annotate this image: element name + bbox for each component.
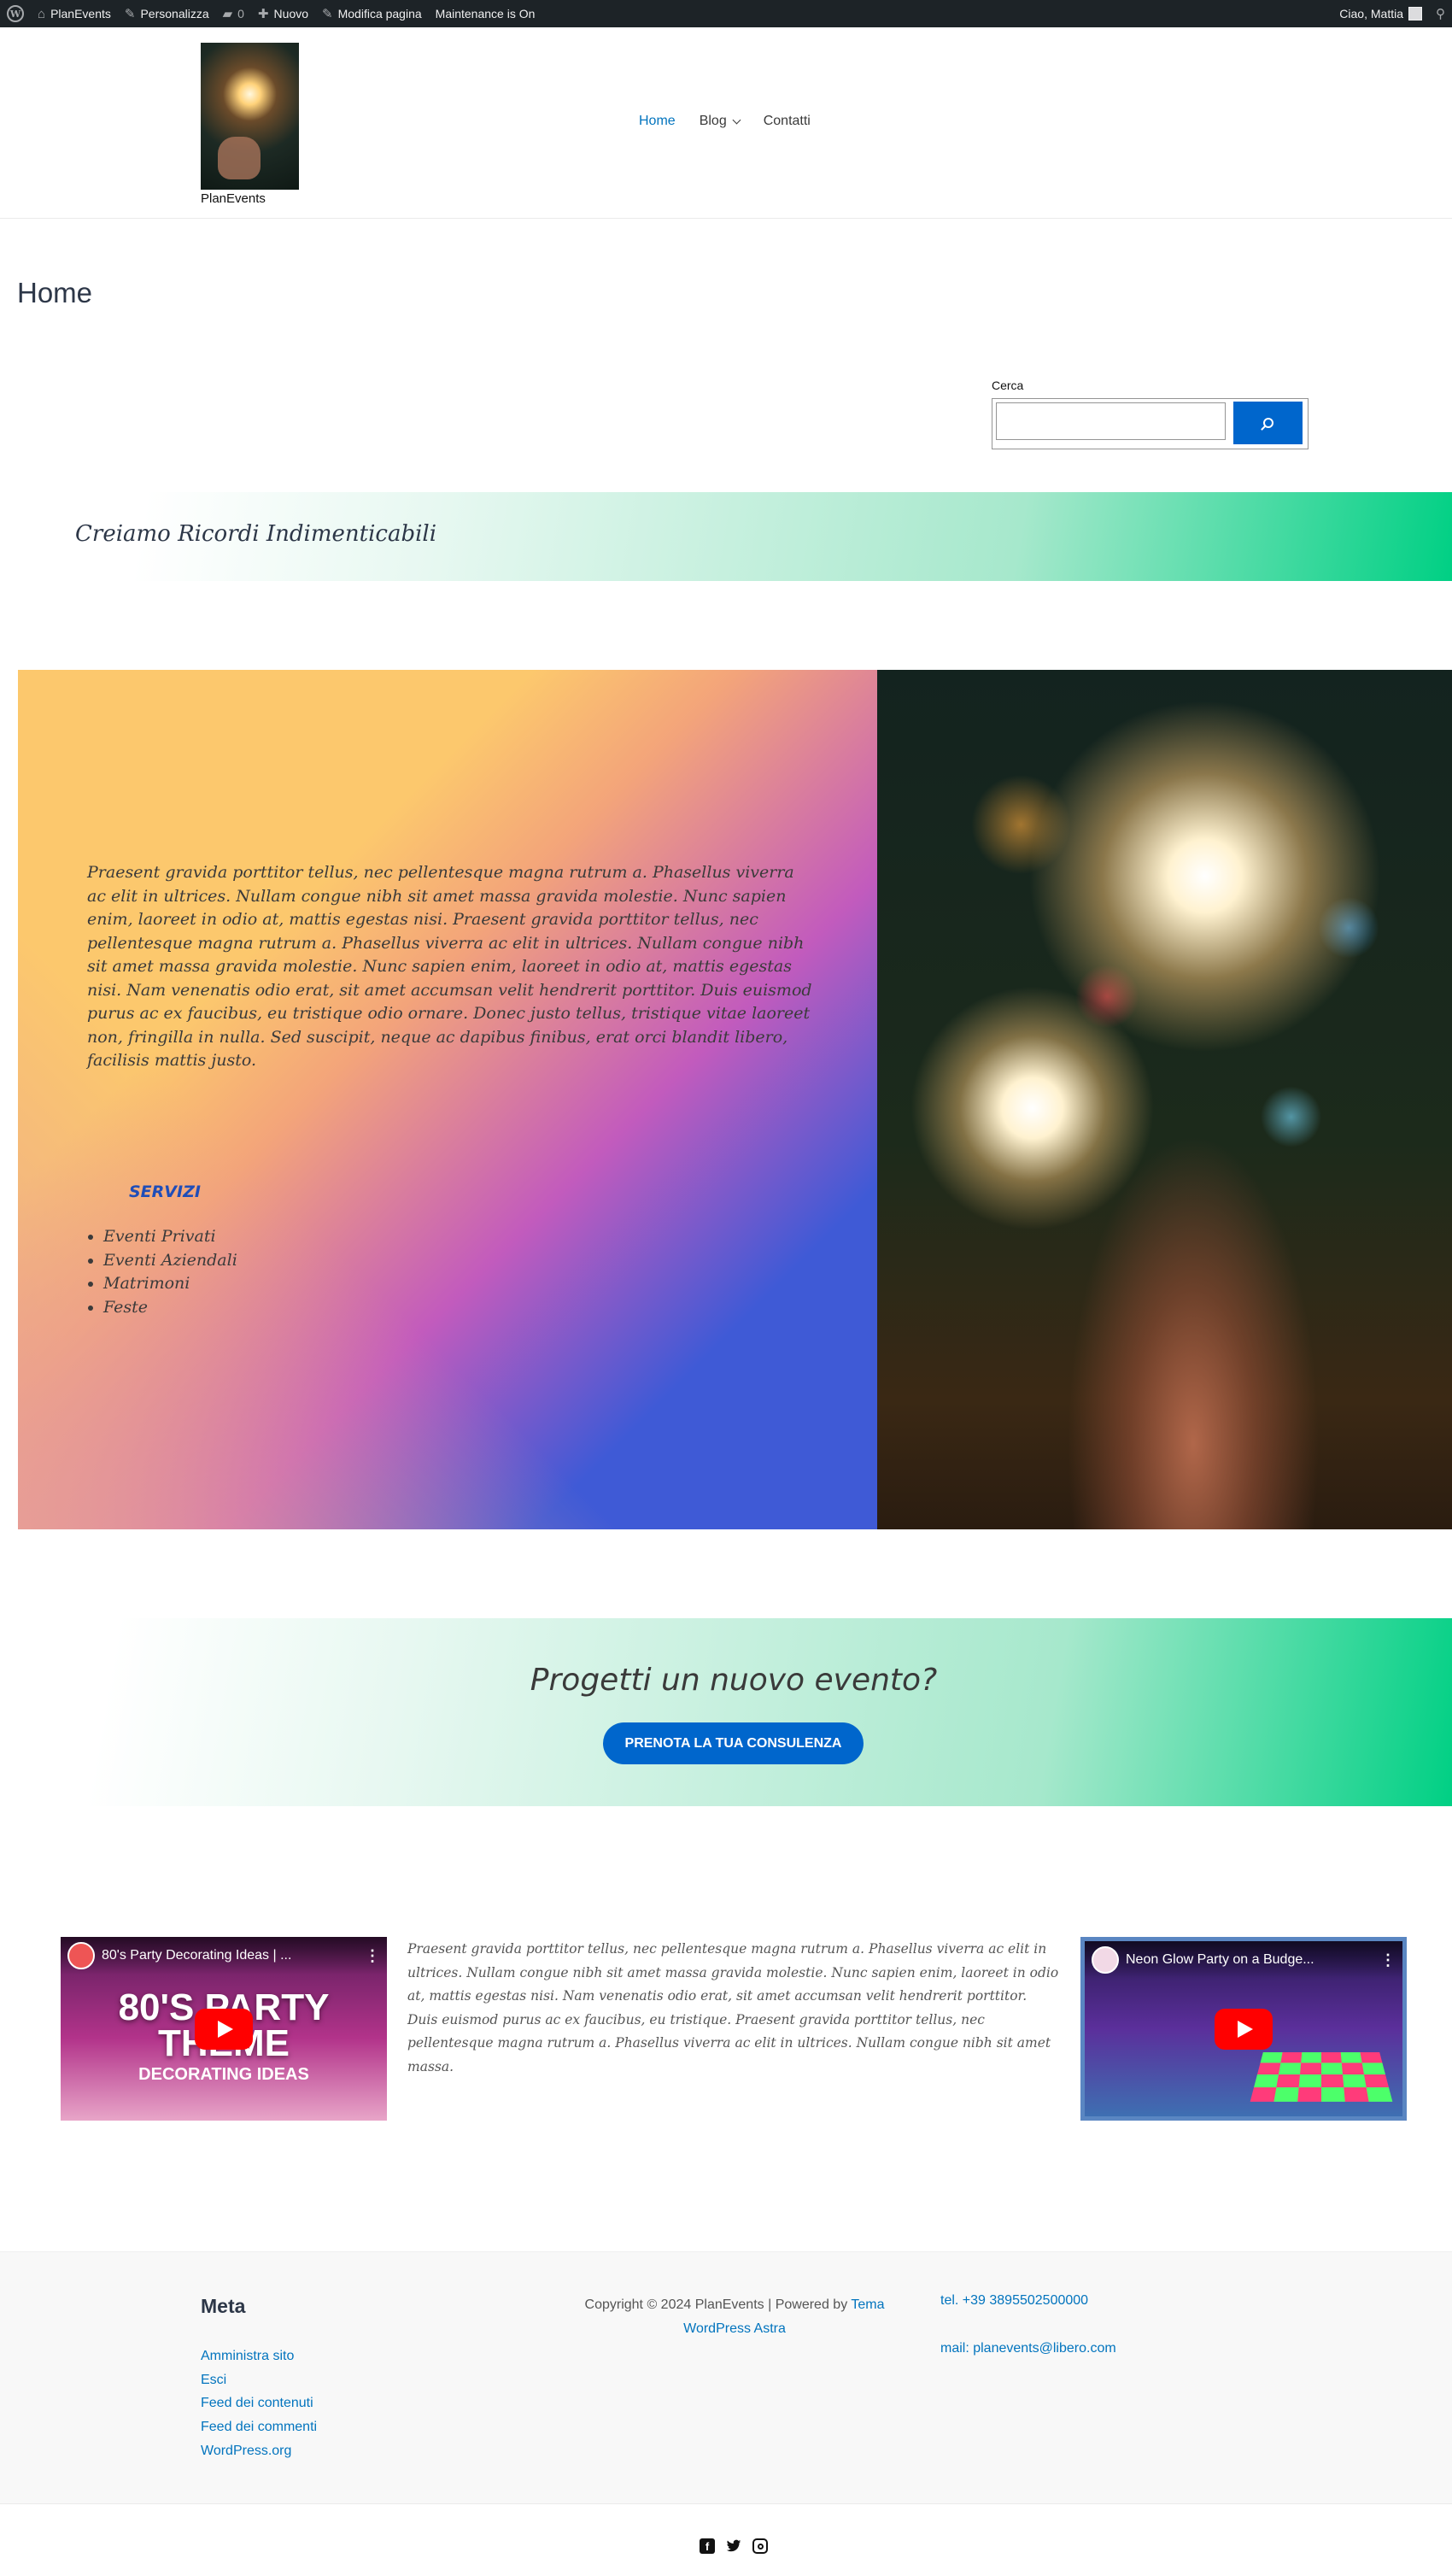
youtube-embed-neon-party[interactable]: Neon Glow Party on a Budge... ⋮ [1080, 1937, 1407, 2121]
site-title[interactable]: PlanEvents [201, 191, 266, 206]
twitter-icon[interactable] [726, 2538, 741, 2554]
services-list: Eventi Privati Eventi Aziendali Matrimon… [103, 1225, 237, 1319]
video-thumbnail-subtitle: DECORATING IDEAS [138, 2065, 309, 2084]
youtube-embed-80s-party[interactable]: 80'S PARTYTHEME DECORATING IDEAS 80's Pa… [61, 1937, 387, 2121]
wordpress-icon: W [7, 5, 24, 22]
book-consultation-button[interactable]: PRENOTA LA TUA CONSULENZA [603, 1722, 864, 1764]
sparkler-photo [877, 670, 1452, 1529]
main-navigation: Home Blog Contatti [639, 114, 811, 129]
pencil-icon: ✎ [322, 7, 333, 21]
social-icons: f [700, 2538, 768, 2554]
video-header: 80's Party Decorating Ideas | ... ⋮ [61, 1937, 387, 1975]
meta-widget-title: Meta [201, 2295, 246, 2317]
customize-button[interactable]: ✎ Personalizza [118, 0, 216, 27]
meta-link-admin[interactable]: Amministra sito [201, 2344, 317, 2368]
meta-link-logout[interactable]: Esci [201, 2368, 317, 2392]
comment-icon: ▰ [222, 7, 233, 21]
wordpress-logo-button[interactable]: W [0, 0, 31, 27]
services-heading: SERVIZI [129, 1182, 201, 1201]
intro-cover: Praesent gravida porttitor tellus, nec p… [18, 670, 877, 1529]
meta-link-entries-feed[interactable]: Feed dei contenuti [201, 2391, 317, 2415]
channel-avatar[interactable] [67, 1942, 95, 1969]
new-content-button[interactable]: ✚ Nuovo [251, 0, 315, 27]
site-name-button[interactable]: ⌂ PlanEvents [31, 0, 118, 27]
more-options-icon[interactable]: ⋮ [1380, 1951, 1396, 1969]
more-options-icon[interactable]: ⋮ [365, 1947, 380, 1965]
site-footer: Meta Amministra sito Esci Feed dei conte… [0, 2251, 1452, 2503]
plus-icon: ✚ [257, 7, 269, 21]
channel-avatar[interactable] [1092, 1946, 1119, 1974]
chevron-down-icon[interactable] [732, 115, 741, 124]
brush-icon: ✎ [124, 7, 136, 21]
tagline-banner: Creiamo Ricordi Indimenticabili [0, 492, 1452, 581]
contact-phone[interactable]: tel. +39 3895502500000 [940, 2293, 1088, 2309]
maintenance-status-button[interactable]: Maintenance is On [429, 0, 542, 27]
comments-button[interactable]: ▰ 0 [216, 0, 251, 27]
cta-heading: Progetti un nuovo evento? [530, 1663, 938, 1698]
search-label: Cerca [992, 378, 1024, 392]
dashboard-icon: ⌂ [38, 6, 46, 21]
video-header: Neon Glow Party on a Budge... ⋮ [1085, 1941, 1402, 1979]
page-title: Home [17, 277, 93, 308]
search-icon: ⚲ [1436, 7, 1445, 21]
contact-email[interactable]: mail: planevents@libero.com [940, 2341, 1116, 2356]
search-icon [1262, 418, 1273, 428]
facebook-icon[interactable]: f [700, 2538, 715, 2554]
search-input[interactable] [996, 402, 1226, 440]
search-form [992, 398, 1309, 449]
tagline-text: Creiamo Ricordi Indimenticabili [75, 521, 437, 547]
search-button[interactable] [1233, 402, 1303, 444]
cta-banner: Progetti un nuovo evento? PRENOTA LA TUA… [0, 1618, 1452, 1806]
thumbnail-decoration [1250, 2051, 1393, 2102]
meta-link-comments-feed[interactable]: Feed dei commenti [201, 2415, 317, 2439]
play-button[interactable] [195, 2008, 253, 2050]
user-account-button[interactable]: Ciao, Mattia [1332, 0, 1429, 27]
edit-page-button[interactable]: ✎ Modifica pagina [315, 0, 429, 27]
site-header: PlanEvents Home Blog Contatti [0, 27, 1452, 219]
nav-item-contatti[interactable]: Contatti [764, 114, 811, 129]
meta-links: Amministra sito Esci Feed dei contenuti … [201, 2344, 317, 2463]
footer-bottom-bar: f [0, 2503, 1452, 2576]
list-item: Feste [103, 1296, 237, 1320]
list-item: Matrimoni [103, 1272, 237, 1296]
list-item: Eventi Privati [103, 1225, 237, 1249]
avatar [1408, 7, 1422, 21]
video-title[interactable]: Neon Glow Party on a Budge... [1126, 1952, 1373, 1968]
nav-item-blog[interactable]: Blog [700, 114, 741, 129]
play-button[interactable] [1215, 2008, 1273, 2050]
admin-search-button[interactable]: ⚲ [1429, 0, 1452, 27]
copyright: Copyright © 2024 PlanEvents | Powered by… [584, 2297, 885, 2336]
admin-bar: W ⌂ PlanEvents ✎ Personalizza ▰ 0 ✚ Nuovo ✎ M… [0, 0, 1452, 27]
nav-item-home[interactable]: Home [639, 114, 676, 129]
list-item: Eventi Aziendali [103, 1249, 237, 1273]
instagram-icon[interactable] [752, 2538, 768, 2554]
video-title[interactable]: 80's Party Decorating Ideas | ... [102, 1948, 358, 1963]
meta-link-wordpress-org[interactable]: WordPress.org [201, 2439, 317, 2463]
site-logo[interactable] [201, 43, 299, 190]
intro-paragraph: Praesent gravida porttitor tellus, nec p… [87, 863, 812, 1070]
middle-paragraph: Praesent gravida porttitor tellus, nec p… [407, 1941, 1059, 2074]
